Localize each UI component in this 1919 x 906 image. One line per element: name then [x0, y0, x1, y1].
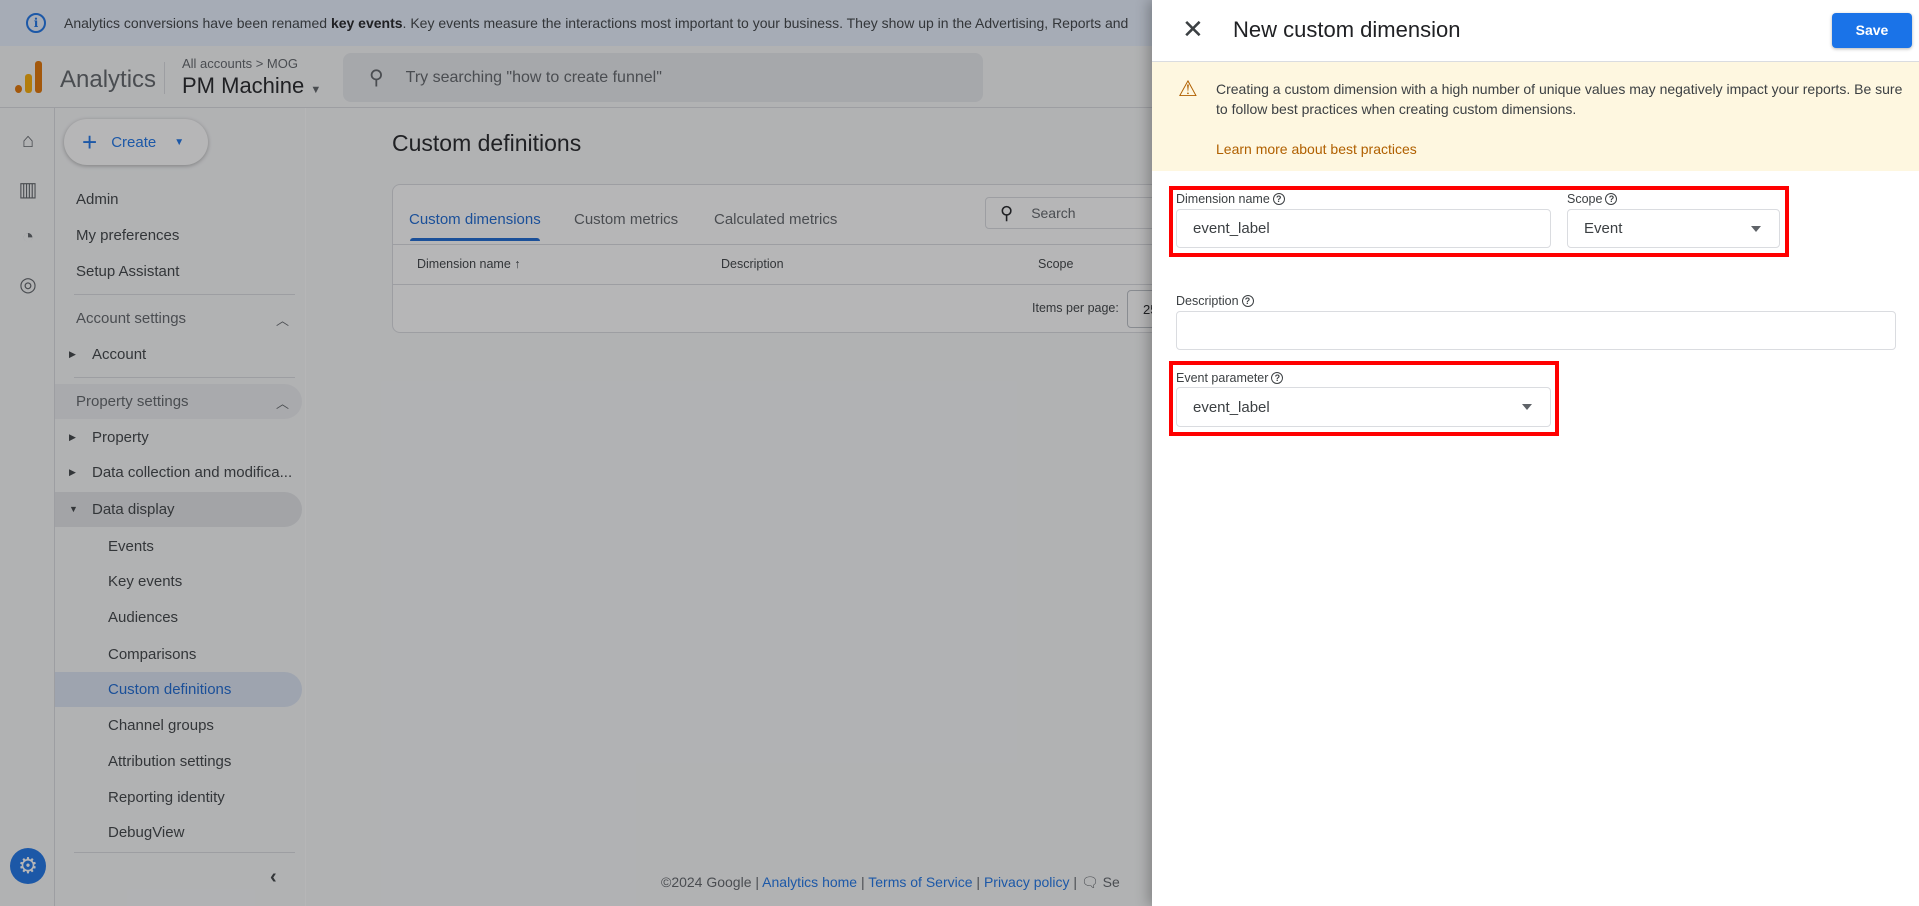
close-icon[interactable]: ✕	[1182, 14, 1204, 45]
description-label: Description?	[1176, 294, 1254, 308]
warning-box: ⚠ Creating a custom dimension with a hig…	[1152, 61, 1919, 171]
dimension-name-input[interactable]: event_label	[1176, 209, 1551, 248]
help-icon[interactable]: ?	[1241, 295, 1254, 307]
event-parameter-label: Event parameter?	[1176, 371, 1284, 385]
panel-title: New custom dimension	[1233, 17, 1461, 42]
dropdown-arrow-icon	[1751, 225, 1761, 232]
description-input[interactable]	[1176, 311, 1896, 350]
scope-value: Event	[1584, 220, 1623, 237]
warning-icon: ⚠	[1178, 76, 1198, 101]
new-custom-dimension-panel: ✕ New custom dimension Save ⚠ Creating a…	[1152, 0, 1919, 906]
event-parameter-select[interactable]: event_label	[1176, 387, 1551, 427]
help-icon[interactable]: ?	[1605, 193, 1618, 205]
scope-select[interactable]: Event	[1567, 209, 1780, 248]
help-icon[interactable]: ?	[1271, 372, 1284, 384]
best-practices-link[interactable]: Learn more about best practices	[1216, 141, 1417, 157]
save-button[interactable]: Save	[1832, 13, 1912, 48]
warning-text: Creating a custom dimension with a high …	[1216, 81, 1903, 117]
dropdown-arrow-icon	[1522, 404, 1532, 410]
scope-label: Scope?	[1567, 192, 1618, 206]
dimension-name-label: Dimension name?	[1176, 192, 1285, 206]
modal-scrim[interactable]	[0, 0, 1152, 906]
event-parameter-value: event_label	[1193, 398, 1270, 416]
help-icon[interactable]: ?	[1272, 193, 1285, 205]
